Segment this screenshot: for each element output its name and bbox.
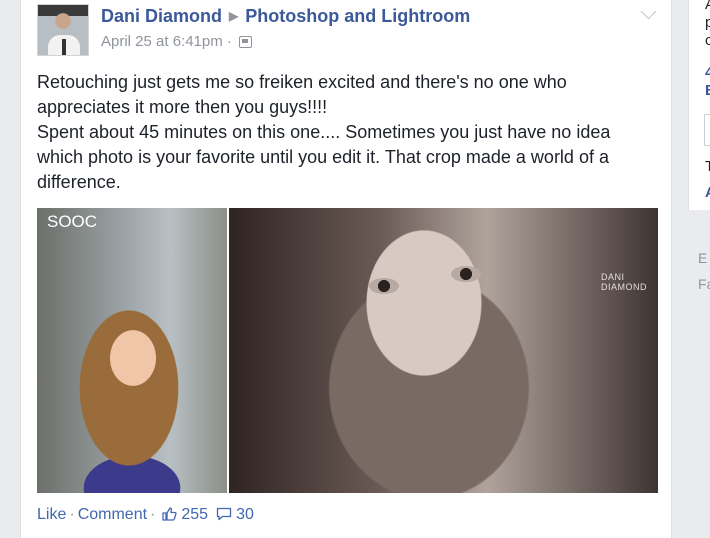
photo-before-label: SOOC: [47, 212, 98, 231]
right-column-link[interactable]: E: [705, 82, 710, 99]
right-column-link[interactable]: A: [705, 184, 710, 201]
right-column-text: T: [705, 158, 710, 175]
post-actions: Like · Comment · 255 30: [37, 506, 254, 524]
photo-after[interactable]: DANI DIAMOND: [229, 208, 658, 493]
group-name-link[interactable]: Photoshop and Lightroom: [245, 6, 470, 26]
footer-link[interactable]: Fa: [698, 276, 710, 292]
post-timestamp[interactable]: April 25 at 6:41pm: [101, 33, 223, 50]
comment-link[interactable]: Comment: [78, 506, 147, 523]
chevron-down-icon[interactable]: [640, 3, 657, 20]
post-text-line1: Retouching just gets me so freiken excit…: [37, 72, 567, 117]
avatar-tie: [62, 39, 66, 55]
right-column-text: p: [705, 14, 710, 31]
footer-link[interactable]: E: [698, 250, 707, 266]
thumbs-up-icon[interactable]: [162, 507, 177, 521]
photo-before[interactable]: SOOC: [37, 208, 227, 493]
post-photo[interactable]: SOOC DANI DIAMOND: [37, 208, 658, 493]
like-count[interactable]: 255: [181, 506, 208, 523]
author-name-link[interactable]: Dani Diamond: [101, 6, 222, 26]
post-header: Dani Diamond ▶ Photoshop and Lightroom: [101, 6, 470, 27]
arrow-right-icon: ▶: [229, 9, 239, 23]
right-column-text: A: [705, 0, 710, 13]
post-card: Dani Diamond ▶ Photoshop and Lightroom Apr…: [20, 0, 672, 538]
right-column-input[interactable]: [704, 114, 710, 146]
comment-count[interactable]: 30: [236, 506, 254, 523]
like-link[interactable]: Like: [37, 506, 66, 523]
right-column-text: c: [705, 32, 710, 49]
photo-watermark: DANI DIAMOND: [601, 272, 647, 292]
photo-eye-right: [451, 266, 481, 282]
meta-separator: ·: [226, 33, 232, 50]
photo-eye-left: [369, 278, 399, 294]
post-text-line2: Spent about 45 minutes on this one.... S…: [37, 122, 611, 192]
post-body: Retouching just gets me so freiken excit…: [37, 70, 657, 195]
group-audience-icon[interactable]: [239, 36, 253, 49]
author-avatar[interactable]: [37, 4, 89, 56]
action-separator: ·: [69, 506, 75, 523]
action-separator: ·: [150, 506, 156, 523]
right-column-link[interactable]: 4: [705, 64, 710, 81]
comment-bubble-icon[interactable]: [216, 507, 232, 521]
post-meta: April 25 at 6:41pm ·: [101, 33, 253, 50]
